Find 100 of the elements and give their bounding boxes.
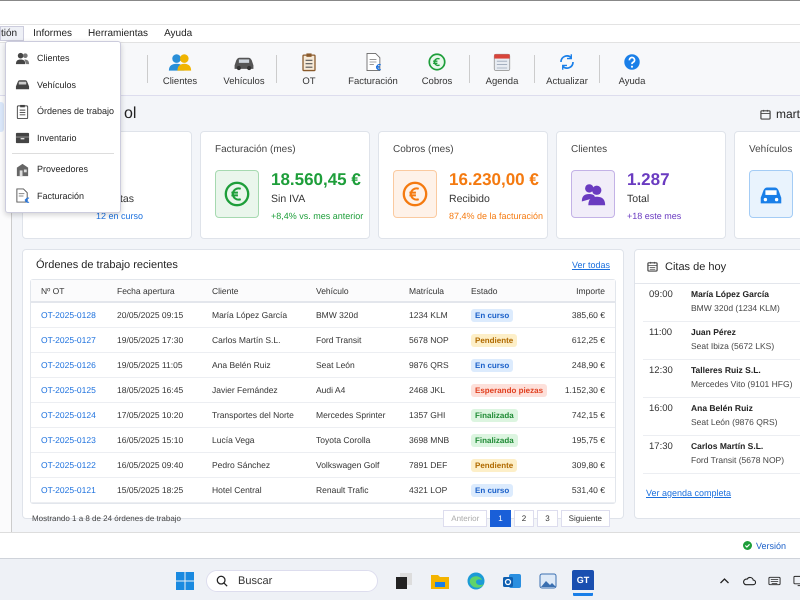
table-cell-text: 18/05/2025 16:45: [116, 385, 184, 395]
browser-icon[interactable]: [466, 571, 486, 591]
search-icon: [216, 575, 228, 587]
table-cell-text: María López García: [211, 310, 288, 320]
table-cell-text: 1357 GHI: [408, 410, 446, 420]
table-cell-text: Ford Transit: [315, 335, 362, 345]
table-cell-text: Mercedes Sprinter: [315, 410, 386, 420]
menu-item[interactable]: Clientes: [6, 45, 120, 72]
see-all-link[interactable]: Ver todas: [572, 260, 610, 270]
order-link[interactable]: OT-2025-0123: [31, 435, 107, 445]
order-link[interactable]: OT-2025-0126: [31, 360, 107, 370]
table-cell-text: 4321 LOP: [408, 485, 448, 495]
table-cell-text: 385,60 €: [570, 310, 606, 320]
invoice-icon: [15, 188, 30, 204]
appointment-client: Ana Belén Ruiz: [691, 403, 754, 413]
start-icon[interactable]: [175, 571, 195, 591]
menu-item[interactable]: Informes: [26, 26, 80, 41]
menu-item[interactable]: Vehículos: [6, 72, 120, 98]
table-cell-text: 531,40 €: [570, 485, 606, 495]
task-view-icon[interactable]: [394, 571, 414, 591]
toolbar-button[interactable]: Vehículos: [212, 52, 276, 86]
mail-icon[interactable]: [502, 571, 522, 591]
toolbar-button[interactable]: Clientes: [148, 52, 212, 86]
status-badge: Finalizada: [471, 434, 518, 447]
table-cell-text: 16/05/2025 09:40: [116, 460, 184, 470]
table-cell-text: 1.152,30 €: [564, 385, 606, 395]
full-agenda-link[interactable]: Ver agenda completa: [646, 488, 732, 498]
date-text: mart: [776, 107, 800, 121]
calendar-icon: [647, 261, 658, 272]
order-link[interactable]: OT-2025-0127: [31, 335, 107, 345]
column-header: Matrícula: [408, 286, 445, 296]
order-link[interactable]: OT-2025-0121: [31, 485, 107, 495]
cloud-icon[interactable]: [743, 575, 756, 587]
appointment-vehicle: Ford Transit (5678 NOP): [691, 455, 784, 465]
status-badge: En curso: [471, 309, 514, 322]
toolbar-button[interactable]: Agenda: [470, 52, 534, 86]
menu-item[interactable]: Órdenes de trabajo: [6, 98, 120, 124]
search-field[interactable]: Buscar: [206, 570, 378, 592]
table-cell-text: 742,15 €: [570, 410, 606, 420]
table-cell-text: 612,25 €: [570, 335, 606, 345]
appointment-time: 11:00: [648, 327, 674, 340]
card-value: 1.287: [627, 170, 671, 191]
table-cell-text: Audi A4: [315, 385, 346, 395]
table-cell-text: Transportes del Norte: [211, 410, 295, 420]
order-link[interactable]: OT-2025-0122: [31, 460, 107, 470]
appointment-client: María López García: [691, 289, 770, 299]
menu-item[interactable]: Inventario: [6, 124, 120, 151]
card-subtitle: tas: [120, 193, 136, 205]
page-button[interactable]: 1: [490, 510, 511, 526]
clipboard-icon: [15, 104, 30, 119]
drawer-icon: [15, 130, 30, 146]
toolbar-button[interactable]: Cobros: [405, 52, 469, 86]
appointment-time: 09:00: [648, 289, 674, 302]
table-cell-text: Carlos Martín S.L.: [211, 335, 282, 345]
page-button[interactable]: 2: [514, 510, 534, 526]
column-header: Estado: [470, 286, 498, 296]
menu-item[interactable]: Proveedores: [6, 156, 120, 182]
page-title: ol: [124, 105, 136, 123]
card-trend: 87,4% de la facturación: [449, 211, 544, 221]
status-badge: Finalizada: [471, 409, 518, 422]
card-subtitle: Recibido: [449, 193, 491, 205]
people-icon: [168, 52, 192, 72]
panel-title: Citas de hoy: [665, 260, 726, 272]
menu-item[interactable]: Ayuda: [157, 26, 200, 41]
status-badge: En curso: [471, 484, 514, 497]
status-badge: Pendiente: [471, 459, 518, 472]
building-icon: [15, 162, 30, 177]
table-cell-text: 309,80 €: [570, 460, 606, 470]
column-header: Fecha apertura: [116, 286, 176, 296]
column-header: Cliente: [211, 286, 240, 296]
toolbar-button[interactable]: Facturación: [341, 52, 405, 86]
order-link[interactable]: OT-2025-0124: [31, 410, 107, 420]
status-badge: Esperando piezas: [471, 384, 548, 397]
page-button[interactable]: Siguiente: [560, 510, 610, 526]
table-cell-text: 19/05/2025 11:05: [116, 360, 184, 370]
menu-item[interactable]: Facturación: [6, 182, 120, 209]
keyboard-icon[interactable]: [768, 575, 781, 587]
toolbar-button[interactable]: Ayuda: [600, 52, 664, 86]
menu-item[interactable]: Herramientas: [81, 26, 156, 41]
card-subtitle: Sin IVA: [271, 193, 306, 205]
card-trend: +18 este mes: [627, 211, 682, 221]
page-button[interactable]: 3: [537, 510, 558, 526]
appointment-time: 12:30: [648, 365, 674, 378]
photos-icon[interactable]: [538, 571, 558, 591]
appointment-vehicle: Seat León (9876 QRS): [691, 417, 778, 427]
table-cell-text: BMW 320d: [315, 310, 360, 320]
table-cell-text: Pedro Sánchez: [211, 460, 272, 470]
table-cell-text: Renault Trafic: [315, 485, 370, 495]
table-cell-text: 3698 MNB: [408, 435, 450, 445]
menu-item[interactable]: tión: [0, 26, 24, 41]
people-icon: [15, 50, 30, 66]
table-cell-text: Hotel Central: [211, 485, 263, 495]
toolbar-button[interactable]: Actualizar: [535, 52, 599, 86]
order-link[interactable]: OT-2025-0125: [31, 385, 107, 395]
status-badge: Pendiente: [471, 334, 518, 347]
results-count: Mostrando 1 a 8 de 24 órdenes de trabajo: [32, 514, 181, 522]
table-cell-text: 15/05/2025 18:25: [116, 485, 184, 495]
toolbar-button[interactable]: OT: [277, 52, 341, 86]
appointment-vehicle: BMW 320d (1234 KLM): [691, 303, 780, 313]
order-link[interactable]: OT-2025-0128: [31, 310, 107, 320]
